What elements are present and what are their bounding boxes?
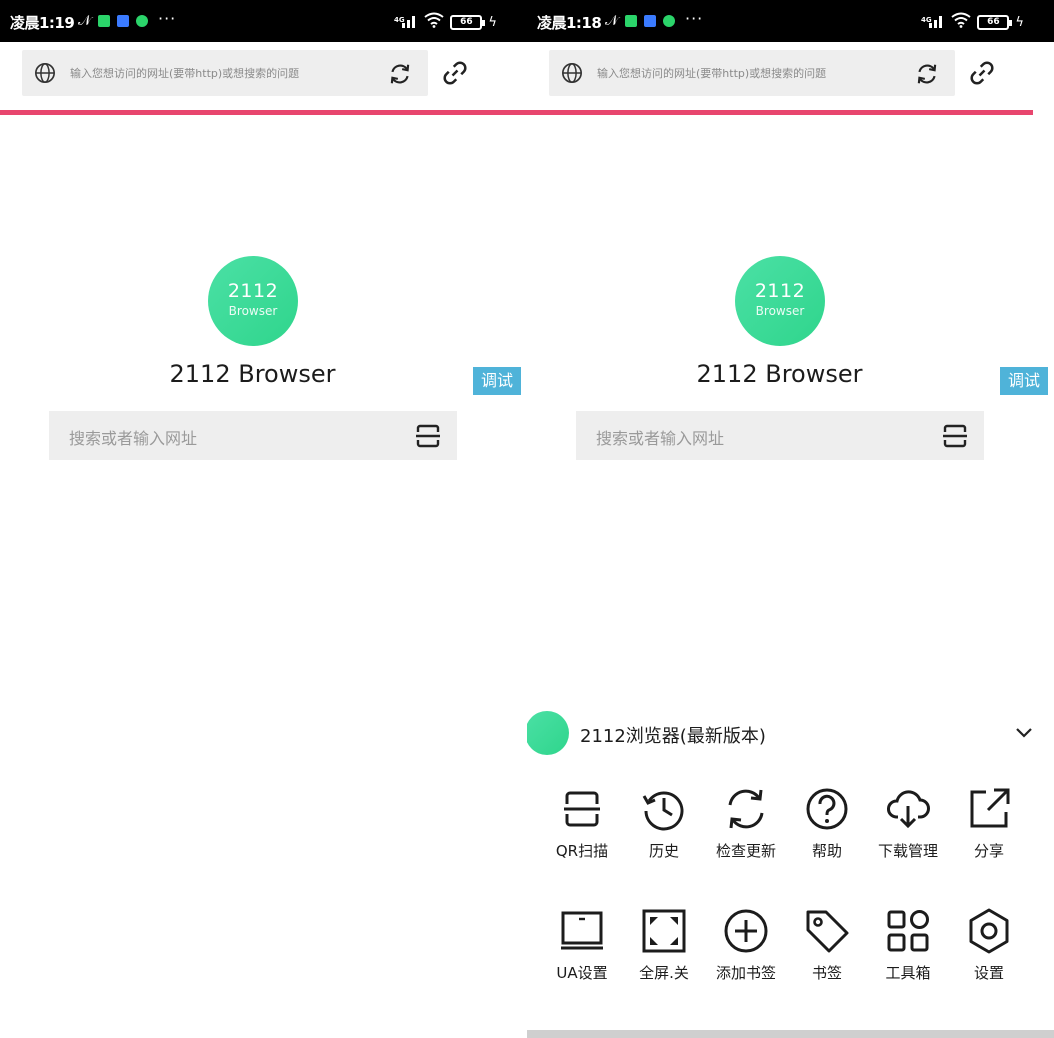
menu-item-help[interactable]: 帮助 [786,784,868,866]
chevron-down-icon[interactable] [1012,720,1036,744]
add-circle-icon [724,909,768,953]
notification-app-icon [98,15,111,27]
mute-icon: 𝒩 [78,13,92,29]
menu-item-fullscreen[interactable]: 全屏.关 [623,906,705,988]
scan-icon[interactable] [413,421,443,451]
share-icon [970,788,1010,828]
refresh-icon [728,789,764,829]
signal-icon: 4G [394,14,418,31]
browser-logo: 2112 Browser [735,256,825,346]
wifi-icon [951,12,972,32]
search-input[interactable]: 搜索或者输入网址 [576,411,984,460]
menu-item-label: 全屏.关 [639,964,689,982]
battery-icon: 66 [977,14,1013,30]
logo-number: 2112 [227,280,279,302]
globe-icon [35,63,55,83]
menu-item-history[interactable]: 历史 [623,784,705,866]
tag-icon [806,910,849,953]
menu-item-label: 设置 [973,964,1004,982]
browser-logo: 2112 Browser [208,256,298,346]
menu-bottom-divider [527,1030,1054,1038]
menu-item-toolbox[interactable]: 工具箱 [867,906,949,988]
address-placeholder: 输入您想访问的网址(要带http)或想搜索的问题 [597,67,827,80]
logo-number: 2112 [754,280,806,302]
charging-icon: ϟ [488,14,497,30]
notification-app-icon [117,15,130,27]
svg-text:4G: 4G [921,16,932,24]
status-time: 凌晨1:18 [537,14,602,32]
more-notifications-icon: ··· [158,9,177,28]
debug-button[interactable]: 调试 [1000,367,1048,395]
menu-item-label: UA设置 [556,964,608,982]
page-load-progress [527,110,1033,115]
phone-screen-left: 凌晨1:19 𝒩 ··· 4G 66 ϟ 输入您想访问的网址(要带http)或想… [0,0,527,1038]
menu-item-label: 书签 [811,964,842,982]
link-icon[interactable] [440,58,470,88]
system-status-icons: 4G 66 ϟ [921,12,1024,32]
menu-item-label: 帮助 [811,842,842,860]
address-placeholder: 输入您想访问的网址(要带http)或想搜索的问题 [70,67,300,80]
notification-app-icon [136,15,149,27]
logo-word: Browser [755,304,805,318]
search-input[interactable]: 搜索或者输入网址 [49,411,457,460]
mute-icon: 𝒩 [605,13,619,29]
monitor-icon [561,911,603,950]
menu-item-label: 检查更新 [715,842,776,860]
bottom-menu-sheet: 2112浏览器(最新版本) QR扫描 历史 检查更新 帮助 下载管理 分享 UA… [527,692,1054,1038]
search-placeholder: 搜索或者输入网址 [69,429,198,448]
charging-icon: ϟ [1015,14,1024,30]
battery-icon: 66 [450,14,486,30]
refresh-icon[interactable] [914,61,940,87]
notification-app-icon [625,15,638,27]
fullscreen-icon [642,909,686,953]
menu-item-check-update[interactable]: 检查更新 [705,784,787,866]
notification-icons: 𝒩 [78,13,149,29]
menu-logo [527,711,569,755]
scan-icon[interactable] [940,421,970,451]
status-time: 凌晨1:19 [10,14,75,32]
history-icon [642,791,684,831]
scan-icon [564,791,600,827]
notification-app-icon [663,15,676,27]
address-bar[interactable]: 输入您想访问的网址(要带http)或想搜索的问题 [549,50,955,96]
more-notifications-icon: ··· [685,9,704,28]
debug-button[interactable]: 调试 [473,367,521,395]
menu-item-label: 工具箱 [885,964,931,982]
menu-item-share[interactable]: 分享 [948,784,1030,866]
cloud-download-icon [887,790,930,829]
system-status-icons: 4G 66 ϟ [394,12,497,32]
menu-item-ua-settings[interactable]: UA设置 [541,906,623,988]
svg-text:4G: 4G [394,16,405,24]
menu-item-settings[interactable]: 设置 [948,906,1030,988]
menu-item-qr-scan[interactable]: QR扫描 [541,784,623,866]
help-icon [806,788,848,830]
menu-item-label: 下载管理 [877,842,938,860]
refresh-icon[interactable] [387,61,413,87]
link-icon[interactable] [967,58,997,88]
menu-item-download-manager[interactable]: 下载管理 [867,784,949,866]
menu-item-label: 分享 [973,842,1004,860]
search-placeholder: 搜索或者输入网址 [596,429,725,448]
toolbox-icon [887,910,929,952]
menu-item-label: 历史 [648,842,679,860]
menu-item-label: 添加书签 [715,964,776,982]
globe-icon [562,63,582,83]
wifi-icon [424,12,445,32]
app-title: 2112 Browser [696,360,863,388]
notification-app-icon [644,15,657,27]
notification-icons: 𝒩 [605,13,676,29]
app-title: 2112 Browser [169,360,336,388]
menu-item-label: QR扫描 [555,842,609,860]
page-load-progress [0,110,527,115]
signal-icon: 4G [921,14,945,31]
address-bar[interactable]: 输入您想访问的网址(要带http)或想搜索的问题 [22,50,428,96]
status-bar: 凌晨1:18 𝒩 ··· 4G 66 ϟ [527,0,1054,42]
menu-item-add-bookmark[interactable]: 添加书签 [705,906,787,988]
phone-screen-right: 凌晨1:18 𝒩 ··· 4G 66 ϟ 输入您想访问的网址(要带http)或想… [527,0,1054,1038]
menu-item-bookmarks[interactable]: 书签 [786,906,868,988]
menu-title: 2112浏览器(最新版本) [580,726,766,747]
status-bar: 凌晨1:19 𝒩 ··· 4G 66 ϟ [0,0,527,42]
settings-icon [969,908,1009,954]
logo-word: Browser [228,304,278,318]
